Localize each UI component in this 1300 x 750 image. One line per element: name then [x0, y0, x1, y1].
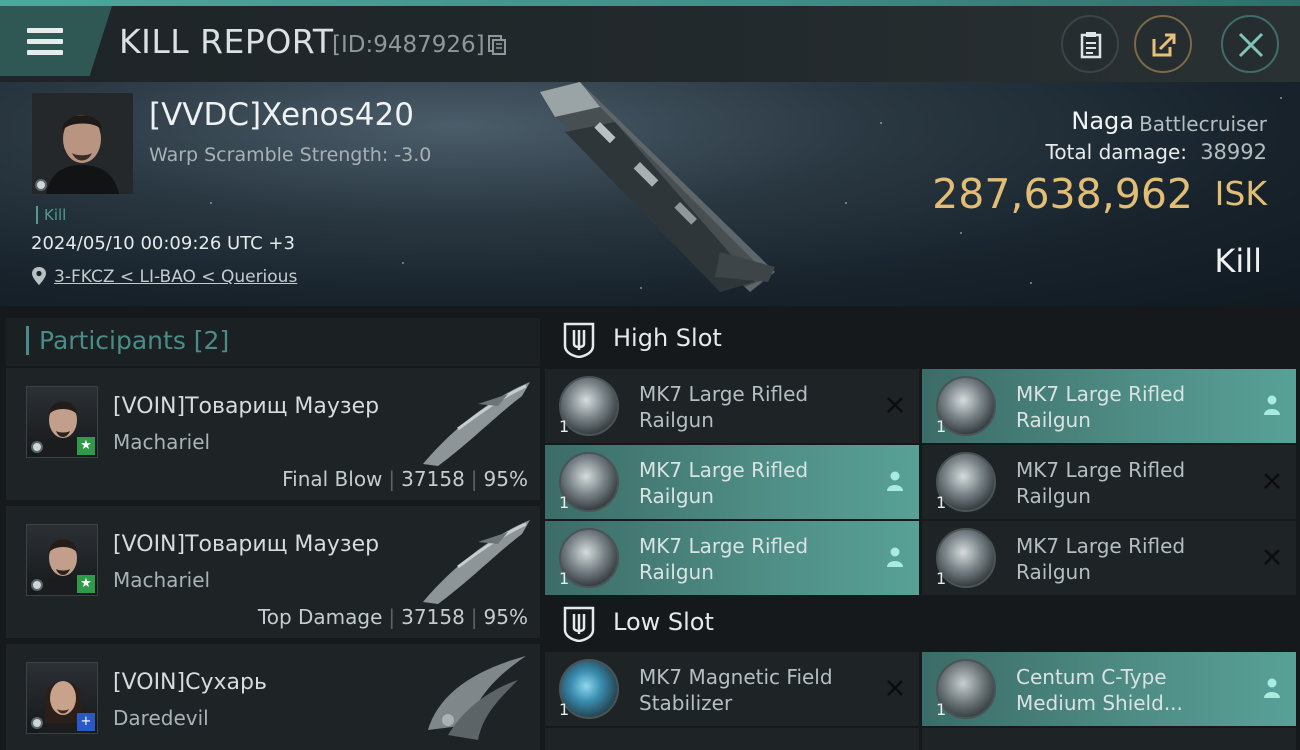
high-slot-header: High Slot [545, 308, 1300, 372]
participant-stats: Final Blow | 37158 | 95% [282, 467, 528, 491]
participant-name[interactable]: [VOIN]Товарищ Маузер [113, 394, 379, 419]
module-name: MK7 Large Rifled Railgun [639, 458, 809, 508]
location-pin-icon [32, 267, 46, 285]
isk-value: 287,638,962 [932, 170, 1193, 218]
participant-ship-image [428, 656, 526, 740]
victim-ship-image[interactable] [520, 82, 790, 306]
low-slot-header: Low Slot [545, 592, 1300, 656]
top-bar: KILL REPORT [ID:9487926] [0, 0, 1300, 82]
hamburger-icon [27, 28, 63, 56]
total-damage-label: Total damage: [1045, 140, 1188, 164]
clipboard-icon [1080, 32, 1102, 59]
high-slot-icon [563, 322, 595, 358]
module-name: Centum C-Type Medium Shield... [1016, 665, 1183, 715]
module-name: MK7 Large Rifled Railgun [639, 382, 809, 432]
isk-unit: ISK [1214, 174, 1267, 213]
module-card[interactable]: 1 MK7 Large Rifled Railgun [922, 369, 1296, 443]
participant-ship-image [423, 382, 530, 466]
warp-scramble-strength: Warp Scramble Strength: -3.0 [149, 144, 432, 166]
module-name: MK7 Magnetic Field Stabilizer [639, 665, 833, 715]
module-card-partial[interactable] [922, 728, 1296, 750]
module-quantity: 1 [559, 700, 570, 719]
module-name: MK7 Large Rifled Railgun [1016, 382, 1186, 432]
module-name: MK7 Large Rifled Railgun [639, 534, 809, 584]
victim-name[interactable]: [VVDC]Xenos420 [149, 97, 414, 133]
module-quantity: 1 [936, 417, 947, 436]
module-card[interactable]: 1 MK7 Large Rifled Railgun [545, 521, 919, 595]
total-damage-value: 38992 [1200, 140, 1267, 164]
participant-avatar: ★ [26, 386, 98, 458]
participant-role: Final Blow [282, 467, 383, 491]
participant-ship-image [423, 520, 530, 604]
kill-datetime: 2024/05/10 00:09:26 UTC +3 [31, 233, 295, 254]
participant-percent: 95% [483, 605, 528, 629]
dropped-person-icon [1264, 678, 1280, 698]
close-button[interactable] [1221, 15, 1279, 73]
module-card[interactable]: 1 MK7 Large Rifled Railgun [545, 445, 919, 519]
participant-ship: Machariel [113, 568, 211, 592]
participant-card[interactable]: + [VOIN]Сухарь Daredevil [6, 644, 540, 750]
participant-ship: Daredevil [113, 706, 209, 730]
participant-percent: 95% [483, 467, 528, 491]
high-slot-title: High Slot [613, 324, 722, 352]
participant-card[interactable]: ★ [VOIN]Товарищ Маузер Machariel Final B… [6, 368, 540, 500]
kill-result: Kill [1214, 242, 1262, 280]
participant-avatar: ★ [26, 524, 98, 596]
module-card[interactable]: 1 MK7 Large Rifled Railgun [922, 445, 1296, 519]
participant-damage: 37158 [401, 605, 465, 629]
participant-damage: 37158 [401, 467, 465, 491]
participants-title: Participants [2] [26, 326, 229, 355]
destroyed-x-icon [887, 680, 903, 696]
kill-tag: Kill [36, 206, 66, 224]
participants-header[interactable]: Participants [2] [6, 318, 540, 366]
module-quantity: 1 [559, 569, 570, 588]
dropped-person-icon [887, 471, 903, 491]
module-quantity: 1 [559, 417, 570, 436]
module-card[interactable]: 1 Centum C-Type Medium Shield... [922, 652, 1296, 726]
share-icon [1152, 33, 1176, 57]
participant-stats: Top Damage | 37158 | 95% [257, 605, 528, 629]
module-quantity: 1 [936, 700, 947, 719]
module-quantity: 1 [936, 569, 947, 588]
victim-ship-class: Battlecruiser [1139, 112, 1267, 136]
corp-badge [31, 441, 43, 453]
star-badge-icon: ★ [77, 437, 95, 455]
victim-avatar[interactable] [32, 93, 133, 194]
module-quantity: 1 [936, 493, 947, 512]
victim-ship-name[interactable]: Naga [1071, 107, 1134, 135]
page-title: KILL REPORT [119, 22, 334, 61]
corp-badge [31, 579, 43, 591]
clipboard-button[interactable] [1061, 15, 1119, 73]
module-name: MK7 Large Rifled Railgun [1016, 534, 1186, 584]
destroyed-x-icon [1264, 549, 1280, 565]
dropped-person-icon [1264, 395, 1280, 415]
participant-name[interactable]: [VOIN]Сухарь [113, 670, 267, 695]
kill-location-link[interactable]: 3-FKCZ < LI-BAO < Querious [54, 267, 297, 287]
dropped-person-icon [887, 547, 903, 567]
report-id: [ID:9487926] [332, 32, 485, 58]
copy-icon[interactable] [488, 35, 506, 55]
share-button[interactable] [1134, 15, 1192, 73]
module-quantity: 1 [559, 493, 570, 512]
low-slot-title: Low Slot [613, 608, 714, 636]
low-slot-icon [563, 606, 595, 642]
corp-badge [31, 717, 43, 729]
plus-badge-icon: + [77, 713, 95, 731]
destroyed-x-icon [887, 397, 903, 413]
participant-role: Top Damage [257, 605, 383, 629]
module-card[interactable]: 1 MK7 Magnetic Field Stabilizer [545, 652, 919, 726]
menu-button[interactable] [0, 6, 112, 76]
close-icon [1238, 32, 1264, 58]
star-badge-icon: ★ [77, 575, 95, 593]
module-name: MK7 Large Rifled Railgun [1016, 458, 1186, 508]
module-card-partial[interactable] [545, 728, 919, 750]
module-card[interactable]: 1 MK7 Large Rifled Railgun [922, 521, 1296, 595]
participant-card[interactable]: ★ [VOIN]Товарищ Маузер Machariel Top Dam… [6, 506, 540, 638]
participant-avatar: + [26, 662, 98, 734]
participant-name[interactable]: [VOIN]Товарищ Маузер [113, 532, 379, 557]
module-card[interactable]: 1 MK7 Large Rifled Railgun [545, 369, 919, 443]
victim-banner: [VVDC]Xenos420 Warp Scramble Strength: -… [0, 82, 1300, 306]
participant-ship: Machariel [113, 430, 211, 454]
destroyed-x-icon [1264, 473, 1280, 489]
